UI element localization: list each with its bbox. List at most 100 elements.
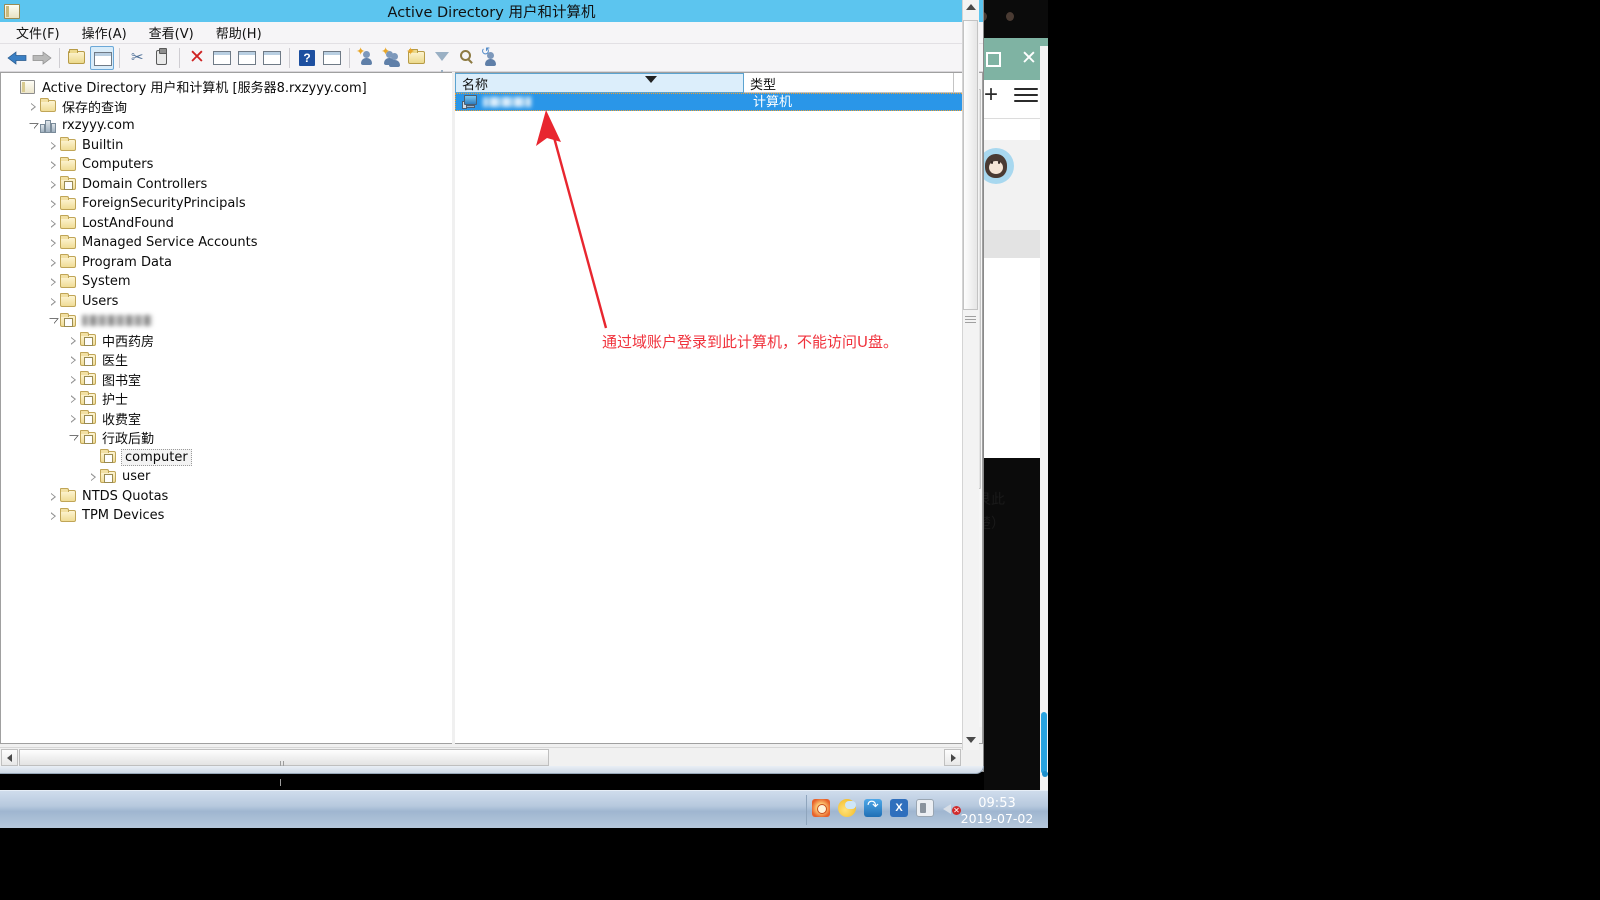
tray-excel-icon[interactable]: X: [890, 799, 908, 817]
background-scrollbar[interactable]: [1040, 46, 1048, 790]
window-scrollbar-thumb[interactable]: [963, 20, 978, 310]
help-icon[interactable]: ?: [295, 46, 319, 70]
tree-item-shoufeishi[interactable]: 收费室: [1, 409, 452, 429]
collapse-toggle-icon[interactable]: [67, 431, 80, 444]
tree-item-computer[interactable]: computer: [1, 448, 452, 468]
window-horizontal-scrollbar[interactable]: [0, 747, 962, 786]
collapse-toggle-icon[interactable]: [27, 119, 40, 132]
menu-action[interactable]: 操作(A): [72, 21, 137, 44]
hscrollbar-track[interactable]: [549, 749, 943, 766]
tree-item-hushi[interactable]: 护士: [1, 389, 452, 409]
expand-toggle-icon[interactable]: [47, 178, 60, 191]
tree-item-user[interactable]: user: [1, 467, 452, 487]
background-scrollbar-thumb[interactable]: [1041, 712, 1047, 774]
expand-toggle-icon[interactable]: [67, 334, 80, 347]
tree-item-builtin[interactable]: Builtin: [1, 136, 452, 156]
tree-item-root-label: Active Directory 用户和计算机 [服务器8.rxzyyy.com…: [42, 81, 367, 97]
expand-toggle-icon[interactable]: [47, 275, 60, 288]
table-row[interactable]: 计算机: [455, 93, 982, 111]
column-header-name[interactable]: 名称: [455, 73, 744, 93]
show-hide-console-tree-icon[interactable]: [90, 45, 114, 70]
expand-toggle-icon[interactable]: [47, 256, 60, 269]
scroll-right-button[interactable]: [944, 748, 961, 766]
tree-item-domain[interactable]: rxzyyy.com: [1, 116, 452, 136]
tree-item-saved-queries[interactable]: 保存的查询: [1, 97, 452, 117]
expand-toggle-icon[interactable]: [47, 236, 60, 249]
tray-cloud-icon[interactable]: [838, 799, 856, 817]
tree-item-system[interactable]: System: [1, 272, 452, 292]
tree-item-foreign-security-principals[interactable]: ForeignSecurityPrincipals: [1, 194, 452, 214]
export-list-icon[interactable]: [260, 46, 284, 70]
expand-toggle-icon[interactable]: [87, 470, 100, 483]
tray-security-icon[interactable]: [812, 799, 830, 817]
tree-item-program-data[interactable]: Program Data: [1, 253, 452, 273]
expand-toggle-icon[interactable]: [47, 197, 60, 210]
expand-toggle-icon[interactable]: [47, 295, 60, 308]
folder-icon: [60, 234, 77, 250]
tree-item-tpm-devices[interactable]: TPM Devices: [1, 506, 452, 526]
expand-toggle-icon[interactable]: [67, 373, 80, 386]
forward-icon[interactable]: [30, 46, 54, 70]
menu-file[interactable]: 文件(F): [6, 21, 70, 44]
hscrollbar-thumb[interactable]: [19, 748, 549, 786]
show-action-pane-icon[interactable]: [320, 46, 344, 70]
find-icon[interactable]: [455, 46, 479, 70]
expand-toggle-icon[interactable]: [67, 412, 80, 425]
taskbar-clock[interactable]: 09:53 2019-07-02: [952, 796, 1042, 826]
console-tree-pane: Active Directory 用户和计算机 [服务器8.rxzyyy.com…: [0, 72, 452, 744]
tree-item-yisheng[interactable]: 医生: [1, 350, 452, 370]
tree-item-ntds-quotas[interactable]: NTDS Quotas: [1, 487, 452, 507]
taskbar: X ✕ 09:53 2019-07-02: [0, 790, 1048, 828]
scroll-left-button[interactable]: [1, 748, 18, 766]
new-user-icon[interactable]: ✦: [355, 46, 379, 70]
tree-item-xingzhenghouqin[interactable]: 行政后勤: [1, 428, 452, 448]
console-root-icon: [20, 79, 37, 94]
tree-item-lost-and-found[interactable]: LostAndFound: [1, 214, 452, 234]
collapse-toggle-icon[interactable]: [47, 314, 60, 327]
tray-sync-icon[interactable]: [864, 797, 882, 817]
column-header-type[interactable]: 类型: [744, 73, 954, 93]
expand-toggle-icon[interactable]: [47, 217, 60, 230]
properties-icon[interactable]: [210, 46, 234, 70]
back-icon[interactable]: [5, 46, 29, 70]
expand-toggle-icon[interactable]: [67, 392, 80, 405]
paste-icon[interactable]: [150, 46, 174, 70]
tray-device-icon[interactable]: [916, 799, 934, 817]
filter-icon[interactable]: [430, 46, 454, 75]
new-organizational-unit-icon[interactable]: ✦: [405, 46, 429, 70]
refresh-glyph: [238, 50, 256, 65]
tree-item-managed-service-accounts[interactable]: Managed Service Accounts: [1, 233, 452, 253]
cut-icon[interactable]: ✂: [125, 46, 149, 70]
tree-item-domain-controllers[interactable]: Domain Controllers: [1, 175, 452, 195]
tree-item-computers[interactable]: Computers: [1, 155, 452, 175]
window-scroll-up-icon[interactable]: [966, 4, 976, 10]
tree-item-redacted-ou[interactable]: [1, 311, 452, 331]
expand-toggle-icon[interactable]: [27, 100, 40, 113]
ou-icon: [100, 468, 117, 484]
expand-toggle-icon[interactable]: [47, 490, 60, 503]
computer-icon: [462, 94, 479, 110]
tree-item-users[interactable]: Users: [1, 292, 452, 312]
properties-glyph: [213, 50, 231, 65]
window-titlebar[interactable]: Active Directory 用户和计算机: [0, 0, 983, 22]
folder-up-glyph: [68, 48, 85, 64]
up-one-level-icon[interactable]: [65, 46, 89, 70]
maximize-icon[interactable]: [986, 52, 1001, 67]
set-domain-icon[interactable]: ↺: [480, 46, 504, 70]
new-group-icon[interactable]: ✦: [380, 46, 404, 70]
delete-icon[interactable]: ✕: [185, 46, 209, 70]
ou-icon: [60, 312, 77, 328]
expand-toggle-icon[interactable]: [47, 158, 60, 171]
window-scroll-down-icon[interactable]: [966, 737, 976, 743]
tree-item-root[interactable]: Active Directory 用户和计算机 [服务器8.rxzyyy.com…: [1, 77, 452, 97]
expand-toggle-icon[interactable]: [47, 139, 60, 152]
hamburger-icon[interactable]: [1014, 84, 1038, 104]
refresh-icon[interactable]: [235, 46, 259, 70]
menu-view[interactable]: 查看(V): [139, 21, 204, 44]
expand-toggle-icon[interactable]: [67, 353, 80, 366]
close-icon[interactable]: ✕: [1020, 49, 1038, 68]
expand-toggle-icon[interactable]: [47, 509, 60, 522]
menu-help[interactable]: 帮助(H): [206, 21, 272, 44]
tree-item-zhongxiyaofang[interactable]: 中西药房: [1, 331, 452, 351]
tree-item-tushushi[interactable]: 图书室: [1, 370, 452, 390]
